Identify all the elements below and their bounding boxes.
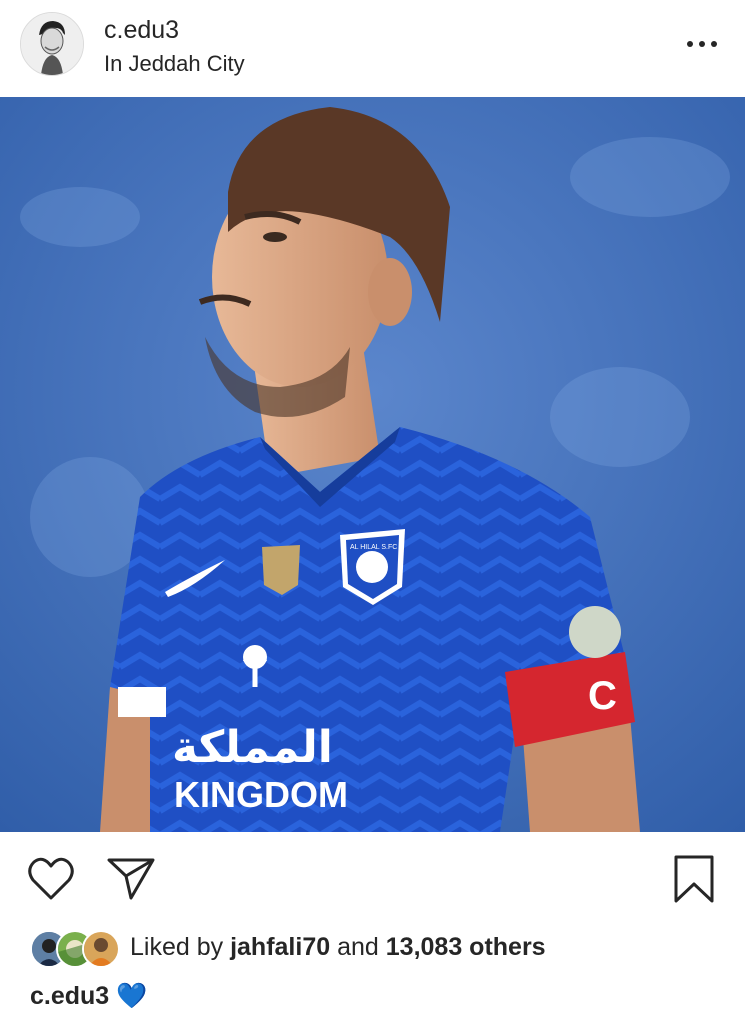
post-header: c.edu3 In Jeddah City xyxy=(0,0,745,97)
liked-by-joiner: and xyxy=(337,933,379,961)
liked-by-avatars[interactable] xyxy=(30,930,122,968)
profile-avatar[interactable] xyxy=(20,12,84,76)
liked-by-prefix: Liked by xyxy=(130,933,224,961)
post-photo[interactable]: C AL HILAL S.FC المملكة KINGDOM xyxy=(0,97,745,832)
post-caption: c.edu3 💙 xyxy=(30,982,147,1011)
caption-username[interactable]: c.edu3 xyxy=(30,982,109,1010)
club-badge-text: AL HILAL S.FC xyxy=(350,544,397,551)
captain-letter: C xyxy=(588,674,617,718)
more-options-icon[interactable] xyxy=(684,30,720,58)
blue-heart-emoji: 💙 xyxy=(116,982,148,1010)
post-location[interactable]: In Jeddah City xyxy=(104,51,245,77)
share-icon[interactable] xyxy=(106,856,156,907)
bookmark-icon[interactable] xyxy=(672,854,716,909)
likes-row: Liked by jahfali70 and 13,083 others xyxy=(0,926,745,972)
sponsor-latin: KINGDOM xyxy=(174,774,348,815)
liked-by-user[interactable]: jahfali70 xyxy=(230,933,330,961)
liker-avatar xyxy=(82,930,120,968)
sponsor-arabic: المملكة xyxy=(172,722,333,773)
heart-icon[interactable] xyxy=(27,856,75,907)
liked-by-text[interactable]: Liked by jahfali70 and 13,083 others xyxy=(130,933,546,962)
action-bar xyxy=(0,832,745,922)
likes-count[interactable]: 13,083 others xyxy=(386,933,546,961)
post-username[interactable]: c.edu3 xyxy=(104,16,179,45)
